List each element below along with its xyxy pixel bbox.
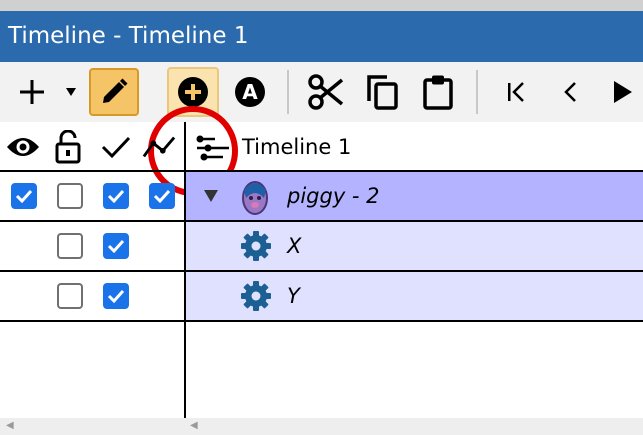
row-divider (0, 320, 643, 322)
auto-key-letter: A (242, 80, 258, 104)
cut-button[interactable] (306, 68, 346, 116)
tree-row-object[interactable]: piggy - 2 (0, 172, 643, 220)
toolbar-separator (476, 70, 478, 114)
toolbar: A (0, 62, 643, 196)
toolbar-separator (287, 70, 289, 114)
lock-checkbox[interactable] (57, 283, 83, 309)
timeline-icon (196, 135, 229, 161)
tree-root-row[interactable]: Timeline 1 (0, 122, 643, 172)
lock-checkbox[interactable] (57, 233, 83, 259)
caret-down-icon (66, 88, 76, 96)
scissors-icon (308, 74, 344, 110)
scroll-left-icon[interactable]: ◀ (190, 420, 198, 432)
plus-icon (20, 80, 44, 104)
copy-button[interactable] (362, 68, 402, 116)
paste-button[interactable] (418, 68, 458, 116)
scroll-left-icon[interactable]: ◀ (6, 420, 14, 432)
lock-checkbox[interactable] (57, 183, 83, 209)
play-button[interactable] (612, 68, 643, 116)
check-icon (15, 189, 33, 203)
play-icon (614, 81, 632, 103)
column-divider[interactable] (184, 122, 186, 418)
gear-icon (241, 281, 271, 311)
pencil-icon (103, 78, 128, 103)
go-to-start-button[interactable] (498, 68, 534, 116)
add-button[interactable] (14, 68, 50, 116)
object-label: piggy - 2 (287, 184, 380, 208)
horizontal-scrollbar[interactable]: ◀ ◀ (0, 418, 643, 435)
object-row-cell: piggy - 2 (186, 172, 643, 220)
property-row-cell: X (186, 222, 643, 270)
enabled-checkbox[interactable] (103, 183, 129, 209)
edit-mode-button[interactable] (89, 68, 139, 116)
circle-a-icon: A (235, 77, 265, 107)
previous-frame-button[interactable] (553, 68, 589, 116)
piggy-sprite-icon (242, 181, 268, 215)
auto-key-button[interactable]: A (232, 68, 268, 116)
circle-plus-icon (178, 77, 208, 107)
property-label: Y (287, 284, 300, 308)
expand-arrow-icon[interactable] (204, 190, 218, 202)
tree-row-property[interactable]: Y (0, 272, 643, 320)
check-icon (107, 189, 125, 203)
chevron-left-icon (564, 82, 576, 102)
gear-icon (241, 231, 271, 261)
copy-icon (367, 75, 398, 110)
property-row-cell: Y (186, 272, 643, 320)
add-dropdown-button[interactable] (62, 68, 80, 116)
window-title: Timeline - Timeline 1 (0, 11, 643, 62)
window-top-strip (0, 0, 643, 11)
check-icon (153, 189, 171, 203)
clipboard-icon (423, 75, 453, 110)
check-icon (107, 289, 125, 303)
check-icon (107, 239, 125, 253)
tree-root-label: Timeline 1 (242, 135, 352, 159)
skip-to-start-icon (508, 82, 524, 102)
enabled-checkbox[interactable] (103, 283, 129, 309)
property-label: X (287, 234, 302, 258)
tree-row-property[interactable]: X (0, 222, 643, 270)
enabled-checkbox[interactable] (103, 233, 129, 259)
new-keyframe-button[interactable] (167, 67, 219, 117)
graph-checkbox[interactable] (149, 183, 175, 209)
visibility-checkbox[interactable] (11, 183, 37, 209)
